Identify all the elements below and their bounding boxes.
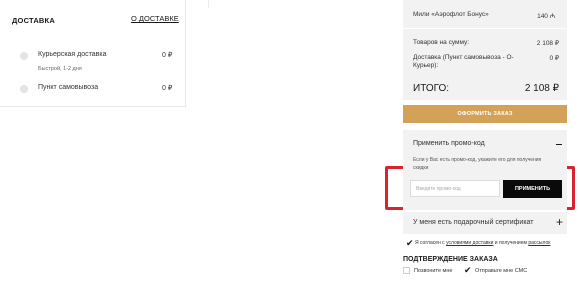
- delivery-terms-link[interactable]: условиями доставки: [446, 240, 493, 246]
- summary-box: Товаров на сумму: 2 108 ₽ Доставка (Пунк…: [403, 29, 567, 100]
- agreement-text: Я согласен с условиями доставки и получе…: [415, 240, 550, 246]
- courier-option-price: 0 ₽: [162, 52, 173, 59]
- courier-option-sublabel: Быстрой, 1-2 дня: [38, 66, 82, 72]
- grand-total-value: 2 108 ₽: [524, 83, 559, 94]
- content-divider: [208, 0, 209, 8]
- agreement-row: ✔ Я согласен с условиями доставки и полу…: [406, 238, 570, 248]
- promo-code-panel: Применить промо-код Если у Вас есть пром…: [403, 130, 567, 210]
- promo-code-hint: Если у Вас есть промо-код, укажите его д…: [413, 157, 542, 170]
- send-sms-check-icon[interactable]: ✔: [464, 265, 472, 276]
- call-me-label: Позвоните мне: [414, 268, 453, 274]
- order-confirmation-title: ПОДТВЕРЖДЕНИЕ ЗАКАЗА: [403, 256, 498, 263]
- call-me-checkbox[interactable]: [403, 267, 410, 274]
- agreement-prefix: Я согласен с: [415, 240, 447, 246]
- delivery-cost-label: Доставка (Пункт самовывоза - О-Курьер):: [413, 54, 514, 69]
- place-order-button[interactable]: ОФОРМИТЬ ЗАКАЗ: [403, 105, 567, 123]
- send-sms-label: Отправьте мне СМС: [475, 268, 528, 274]
- miles-label: Мили «Аэрофлот Бонус»: [413, 11, 489, 18]
- miles-value: 140 ₼: [537, 13, 555, 20]
- collapse-minus-icon[interactable]: [556, 144, 562, 145]
- courier-option-label: Курьерская доставка: [38, 51, 107, 58]
- pickup-option-price: 0 ₽: [162, 85, 173, 92]
- agreement-middle: и получением: [493, 240, 529, 246]
- goods-total-value: 2 108 ₽: [536, 40, 559, 47]
- delivery-cost-value: 0 ₽: [549, 55, 559, 62]
- about-delivery-link[interactable]: О ДОСТАВКЕ: [131, 14, 179, 23]
- pickup-option-label: Пункт самовывоза: [38, 84, 99, 91]
- delivery-title: ДОСТАВКА: [12, 16, 55, 25]
- agreement-checkbox-check-icon[interactable]: ✔: [406, 238, 414, 249]
- expand-plus-icon[interactable]: +: [556, 215, 563, 229]
- promo-code-toggle[interactable]: Применить промо-код: [413, 140, 485, 147]
- gift-certificate-panel[interactable]: У меня есть подарочный сертификат +: [403, 212, 567, 234]
- gift-certificate-label[interactable]: У меня есть подарочный сертификат: [413, 219, 534, 226]
- apply-promo-button[interactable]: ПРИМЕНИТЬ: [503, 180, 562, 198]
- courier-radio[interactable]: [20, 52, 28, 60]
- newsletter-link[interactable]: рассылок: [528, 240, 550, 246]
- grand-total-label: ИТОГО:: [413, 83, 450, 94]
- goods-total-label: Товаров на сумму:: [413, 39, 470, 46]
- pickup-radio[interactable]: [20, 85, 28, 93]
- promo-code-input[interactable]: [410, 180, 500, 197]
- delivery-card: ДОСТАВКА О ДОСТАВКЕ Курьерская доставка …: [0, 0, 186, 107]
- miles-row: Мили «Аэрофлот Бонус» 140 ₼: [403, 0, 567, 28]
